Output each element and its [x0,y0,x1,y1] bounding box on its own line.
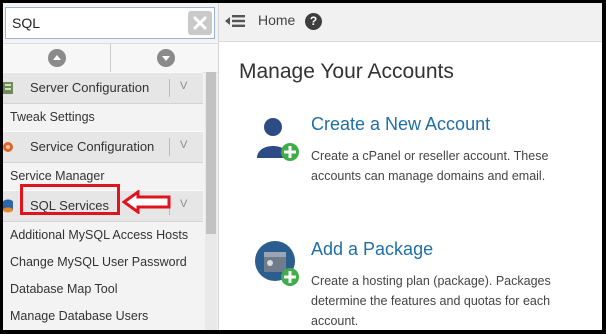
menu-toggle-icon[interactable] [225,13,245,29]
add-package-description: Create a hosting plan (package). Package… [311,274,551,328]
chevron-down-icon[interactable]: V [180,198,187,210]
app-frame: Server Configuration V Tweak Settings Se… [3,3,602,330]
sidebar-category-label: Server Configuration [30,80,150,95]
package-add-icon[interactable] [255,239,305,289]
sidebar-category-server-configuration[interactable]: Server Configuration V [3,72,203,104]
user-add-icon[interactable] [255,114,305,164]
search-input[interactable] [12,11,182,35]
add-package-link[interactable]: Add a Package [311,239,433,260]
close-icon [193,16,207,30]
search-box [5,7,215,39]
sidebar: Server Configuration V Tweak Settings Se… [3,3,219,330]
main-content: Manage Your Accounts Create a New Accoun… [219,42,602,330]
scrollbar-thumb[interactable] [206,72,216,234]
chevron-down-icon[interactable]: V [180,139,187,151]
sidebar-item-tweak-settings[interactable]: Tweak Settings [3,104,203,131]
chevron-up-icon [48,49,66,67]
clear-search-button[interactable] [188,11,212,35]
page-title: Manage Your Accounts [239,60,454,83]
sidebar-category-service-configuration[interactable]: Service Configuration V [3,131,203,163]
sidebar-category-label: Service Configuration [30,139,155,154]
create-new-account-link[interactable]: Create a New Account [311,114,490,135]
service-icon [3,142,13,152]
server-icon [3,82,13,94]
divider [169,79,170,97]
create-account-description: Create a cPanel or reseller account. The… [311,149,549,183]
database-icon [3,199,13,213]
chevron-down-icon [157,49,175,67]
scroll-down-button[interactable] [111,44,218,72]
help-icon[interactable]: ? [305,13,322,30]
annotation-highlight-box [20,184,120,215]
sidebar-item-additional-mysql-access-hosts[interactable]: Additional MySQL Access Hosts [3,222,203,249]
sidebar-item-change-mysql-user-password[interactable]: Change MySQL User Password [3,249,203,276]
menu-scroll-controls [3,43,218,73]
annotation-arrow-icon [122,190,171,214]
chevron-down-icon[interactable]: V [180,80,187,92]
sidebar-item-manage-database-users[interactable]: Manage Database Users [3,303,203,330]
divider [169,138,170,156]
sidebar-scrollbar[interactable] [205,72,217,330]
top-bar: Home ? [219,3,602,42]
sidebar-item-database-map-tool[interactable]: Database Map Tool [3,276,203,303]
breadcrumb-home[interactable]: Home [258,12,295,28]
scroll-up-button[interactable] [3,44,111,72]
